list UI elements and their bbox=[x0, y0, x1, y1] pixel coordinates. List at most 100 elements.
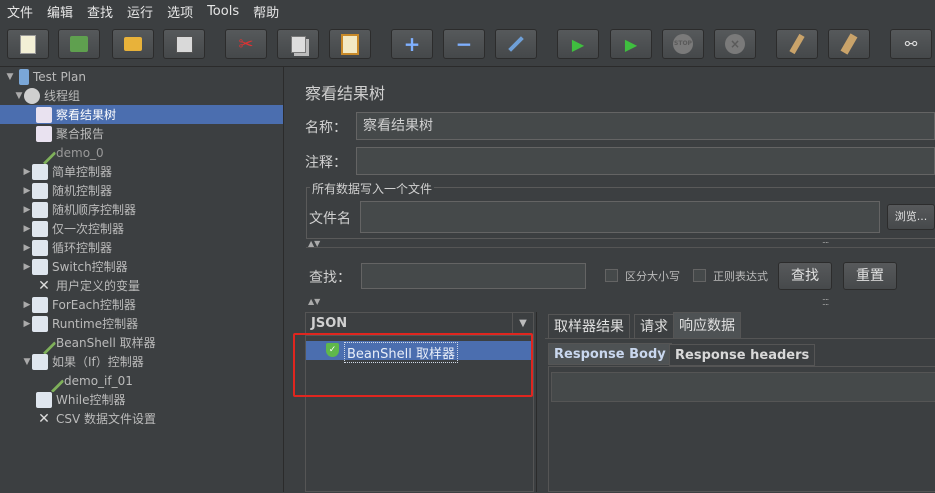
renderer-value: JSON bbox=[311, 316, 348, 331]
response-text-area[interactable] bbox=[551, 372, 935, 402]
comment-field[interactable] bbox=[356, 147, 935, 175]
clear-button[interactable] bbox=[776, 29, 818, 59]
menu-options[interactable]: 选项 bbox=[160, 2, 200, 21]
expand-arrow-icon[interactable]: ▶ bbox=[22, 205, 32, 215]
tree-item-simple-controller[interactable]: ▶ 简单控制器 bbox=[22, 162, 112, 181]
expand-arrow-icon[interactable]: ▶ bbox=[22, 319, 32, 329]
expand-arrow-icon[interactable]: ▼ bbox=[22, 357, 32, 367]
tree-item-label: 循环控制器 bbox=[52, 241, 113, 255]
controller-icon bbox=[32, 201, 48, 218]
menu-edit[interactable]: 编辑 bbox=[40, 2, 80, 21]
tree-item-label: 简单控制器 bbox=[52, 165, 113, 179]
tree-item-csv-data-set[interactable]: ✕ CSV 数据文件设置 bbox=[36, 409, 156, 428]
name-field[interactable]: 察看结果树 bbox=[356, 112, 935, 140]
toggle-icon bbox=[508, 36, 524, 52]
tree-item-view-results-tree[interactable]: 察看结果树 bbox=[0, 105, 283, 124]
tree-item-demo-0[interactable]: demo_0 bbox=[31, 140, 104, 165]
stop-icon: STOP bbox=[673, 34, 693, 54]
toggle-button[interactable] bbox=[495, 29, 537, 59]
config-icon: ✕ bbox=[38, 277, 50, 294]
tree-item-label: 察看结果树 bbox=[56, 108, 117, 122]
menu-file[interactable]: 文件 bbox=[0, 2, 40, 21]
start-button[interactable]: ▶ bbox=[557, 29, 599, 59]
tree-item-label: ForEach控制器 bbox=[52, 298, 136, 312]
expand-arrow-icon[interactable]: ▶ bbox=[22, 300, 32, 310]
templates-icon bbox=[70, 36, 88, 52]
collapse-arrows-icon[interactable]: ▲▼ bbox=[308, 297, 320, 306]
tab-response-data[interactable]: 响应数据 bbox=[673, 312, 741, 338]
expand-arrow-icon[interactable]: ▼ bbox=[5, 72, 15, 82]
tab-response-body[interactable]: Response Body bbox=[548, 343, 672, 365]
regex-checkbox[interactable] bbox=[693, 269, 706, 282]
find-button[interactable]: 查找 bbox=[778, 262, 832, 290]
tree-item-runtime-controller[interactable]: ▶ Runtime控制器 bbox=[22, 314, 138, 333]
chart-icon bbox=[36, 125, 52, 142]
tab-sampler-result[interactable]: 取样器结果 bbox=[548, 314, 630, 338]
save-button[interactable] bbox=[163, 29, 205, 59]
search-input[interactable] bbox=[361, 263, 586, 289]
drag-grip-icon[interactable]: ⁚⁚⁚⁚ bbox=[822, 298, 829, 307]
tree-item-random-order-controller[interactable]: ▶ 随机顺序控制器 bbox=[22, 200, 136, 219]
open-button[interactable] bbox=[112, 29, 154, 59]
templates-button[interactable] bbox=[58, 29, 100, 59]
new-button[interactable] bbox=[7, 29, 49, 59]
expand-arrow-icon[interactable]: ▶ bbox=[22, 167, 32, 177]
cut-button[interactable]: ✂ bbox=[225, 29, 267, 59]
expand-arrow-icon[interactable]: ▶ bbox=[22, 262, 32, 272]
tree-item-user-defined-variables[interactable]: ✕ 用户定义的变量 bbox=[36, 276, 140, 295]
tree-item-foreach-controller[interactable]: ▶ ForEach控制器 bbox=[22, 295, 136, 314]
start-no-timers-button[interactable]: ▶ bbox=[610, 29, 652, 59]
search-button[interactable]: ⚯ bbox=[890, 29, 932, 59]
expand-arrow-icon[interactable]: ▶ bbox=[22, 186, 32, 196]
tree-item-loop-controller[interactable]: ▶ 循环控制器 bbox=[22, 238, 112, 257]
tree-item-label: Runtime控制器 bbox=[52, 317, 139, 331]
clear-all-button[interactable] bbox=[828, 29, 870, 59]
paste-button[interactable] bbox=[329, 29, 371, 59]
tree-item-demo-if-01[interactable]: demo_if_01 bbox=[39, 368, 133, 393]
menu-run[interactable]: 运行 bbox=[120, 2, 160, 21]
expand-all-button[interactable]: + bbox=[391, 29, 433, 59]
case-sensitive-checkbox[interactable] bbox=[605, 269, 618, 282]
name-label: 名称： bbox=[305, 120, 347, 136]
results-split-divider[interactable] bbox=[536, 312, 543, 492]
search-icon: ⚯ bbox=[904, 35, 918, 53]
copy-icon bbox=[290, 35, 306, 53]
tree-item-if-controller[interactable]: ▼ 如果（If）控制器 bbox=[22, 352, 144, 371]
collapse-all-button[interactable]: − bbox=[443, 29, 485, 59]
filename-field[interactable] bbox=[360, 201, 880, 233]
tab-response-headers[interactable]: Response headers bbox=[669, 344, 816, 366]
stop-button[interactable]: STOP bbox=[662, 29, 704, 59]
expand-arrow-icon[interactable]: ▶ bbox=[22, 243, 32, 253]
expand-arrow-icon[interactable]: ▶ bbox=[22, 224, 32, 234]
shutdown-icon: × bbox=[725, 34, 745, 54]
tree-item-thread-group[interactable]: ▼ 线程组 bbox=[14, 86, 80, 105]
new-icon bbox=[20, 34, 36, 54]
expand-arrow-icon[interactable]: ▼ bbox=[14, 91, 24, 101]
tree-item-random-controller[interactable]: ▶ 随机控制器 bbox=[22, 181, 112, 200]
controller-icon bbox=[32, 353, 48, 370]
drag-grip-icon[interactable]: ⁚⁚⁚⁚ bbox=[822, 241, 829, 250]
regex-label: 正则表达式 bbox=[713, 270, 768, 283]
copy-button[interactable] bbox=[277, 29, 319, 59]
browse-button[interactable]: 浏览... bbox=[887, 204, 935, 230]
menu-help[interactable]: 帮助 bbox=[246, 2, 286, 21]
tree-item-switch-controller[interactable]: ▶ Switch控制器 bbox=[22, 257, 128, 276]
tree-item-label: 用户定义的变量 bbox=[56, 279, 141, 293]
menu-search[interactable]: 查找 bbox=[80, 2, 120, 21]
tab-request[interactable]: 请求 bbox=[634, 314, 674, 338]
case-sensitive-label: 区分大小写 bbox=[625, 270, 680, 283]
tree-item-aggregate-report[interactable]: 聚合报告 bbox=[36, 124, 104, 143]
controller-icon bbox=[32, 220, 48, 237]
chevron-down-icon[interactable]: ▼ bbox=[512, 313, 533, 335]
tree-item-while-controller[interactable]: While控制器 bbox=[36, 390, 126, 409]
menu-tools[interactable]: Tools bbox=[200, 4, 246, 19]
controller-icon bbox=[32, 239, 48, 256]
expand-icon: + bbox=[403, 32, 421, 56]
shutdown-button[interactable]: × bbox=[714, 29, 756, 59]
tree-item-test-plan[interactable]: ▼ Test Plan bbox=[5, 67, 86, 86]
tree-item-beanshell-sampler[interactable]: BeanShell 取样器 bbox=[31, 330, 156, 355]
tree-item-label: demo_0 bbox=[56, 145, 104, 160]
reset-button[interactable]: 重置 bbox=[843, 262, 897, 290]
controller-icon bbox=[32, 258, 48, 275]
tree-item-once-only-controller[interactable]: ▶ 仅一次控制器 bbox=[22, 219, 124, 238]
